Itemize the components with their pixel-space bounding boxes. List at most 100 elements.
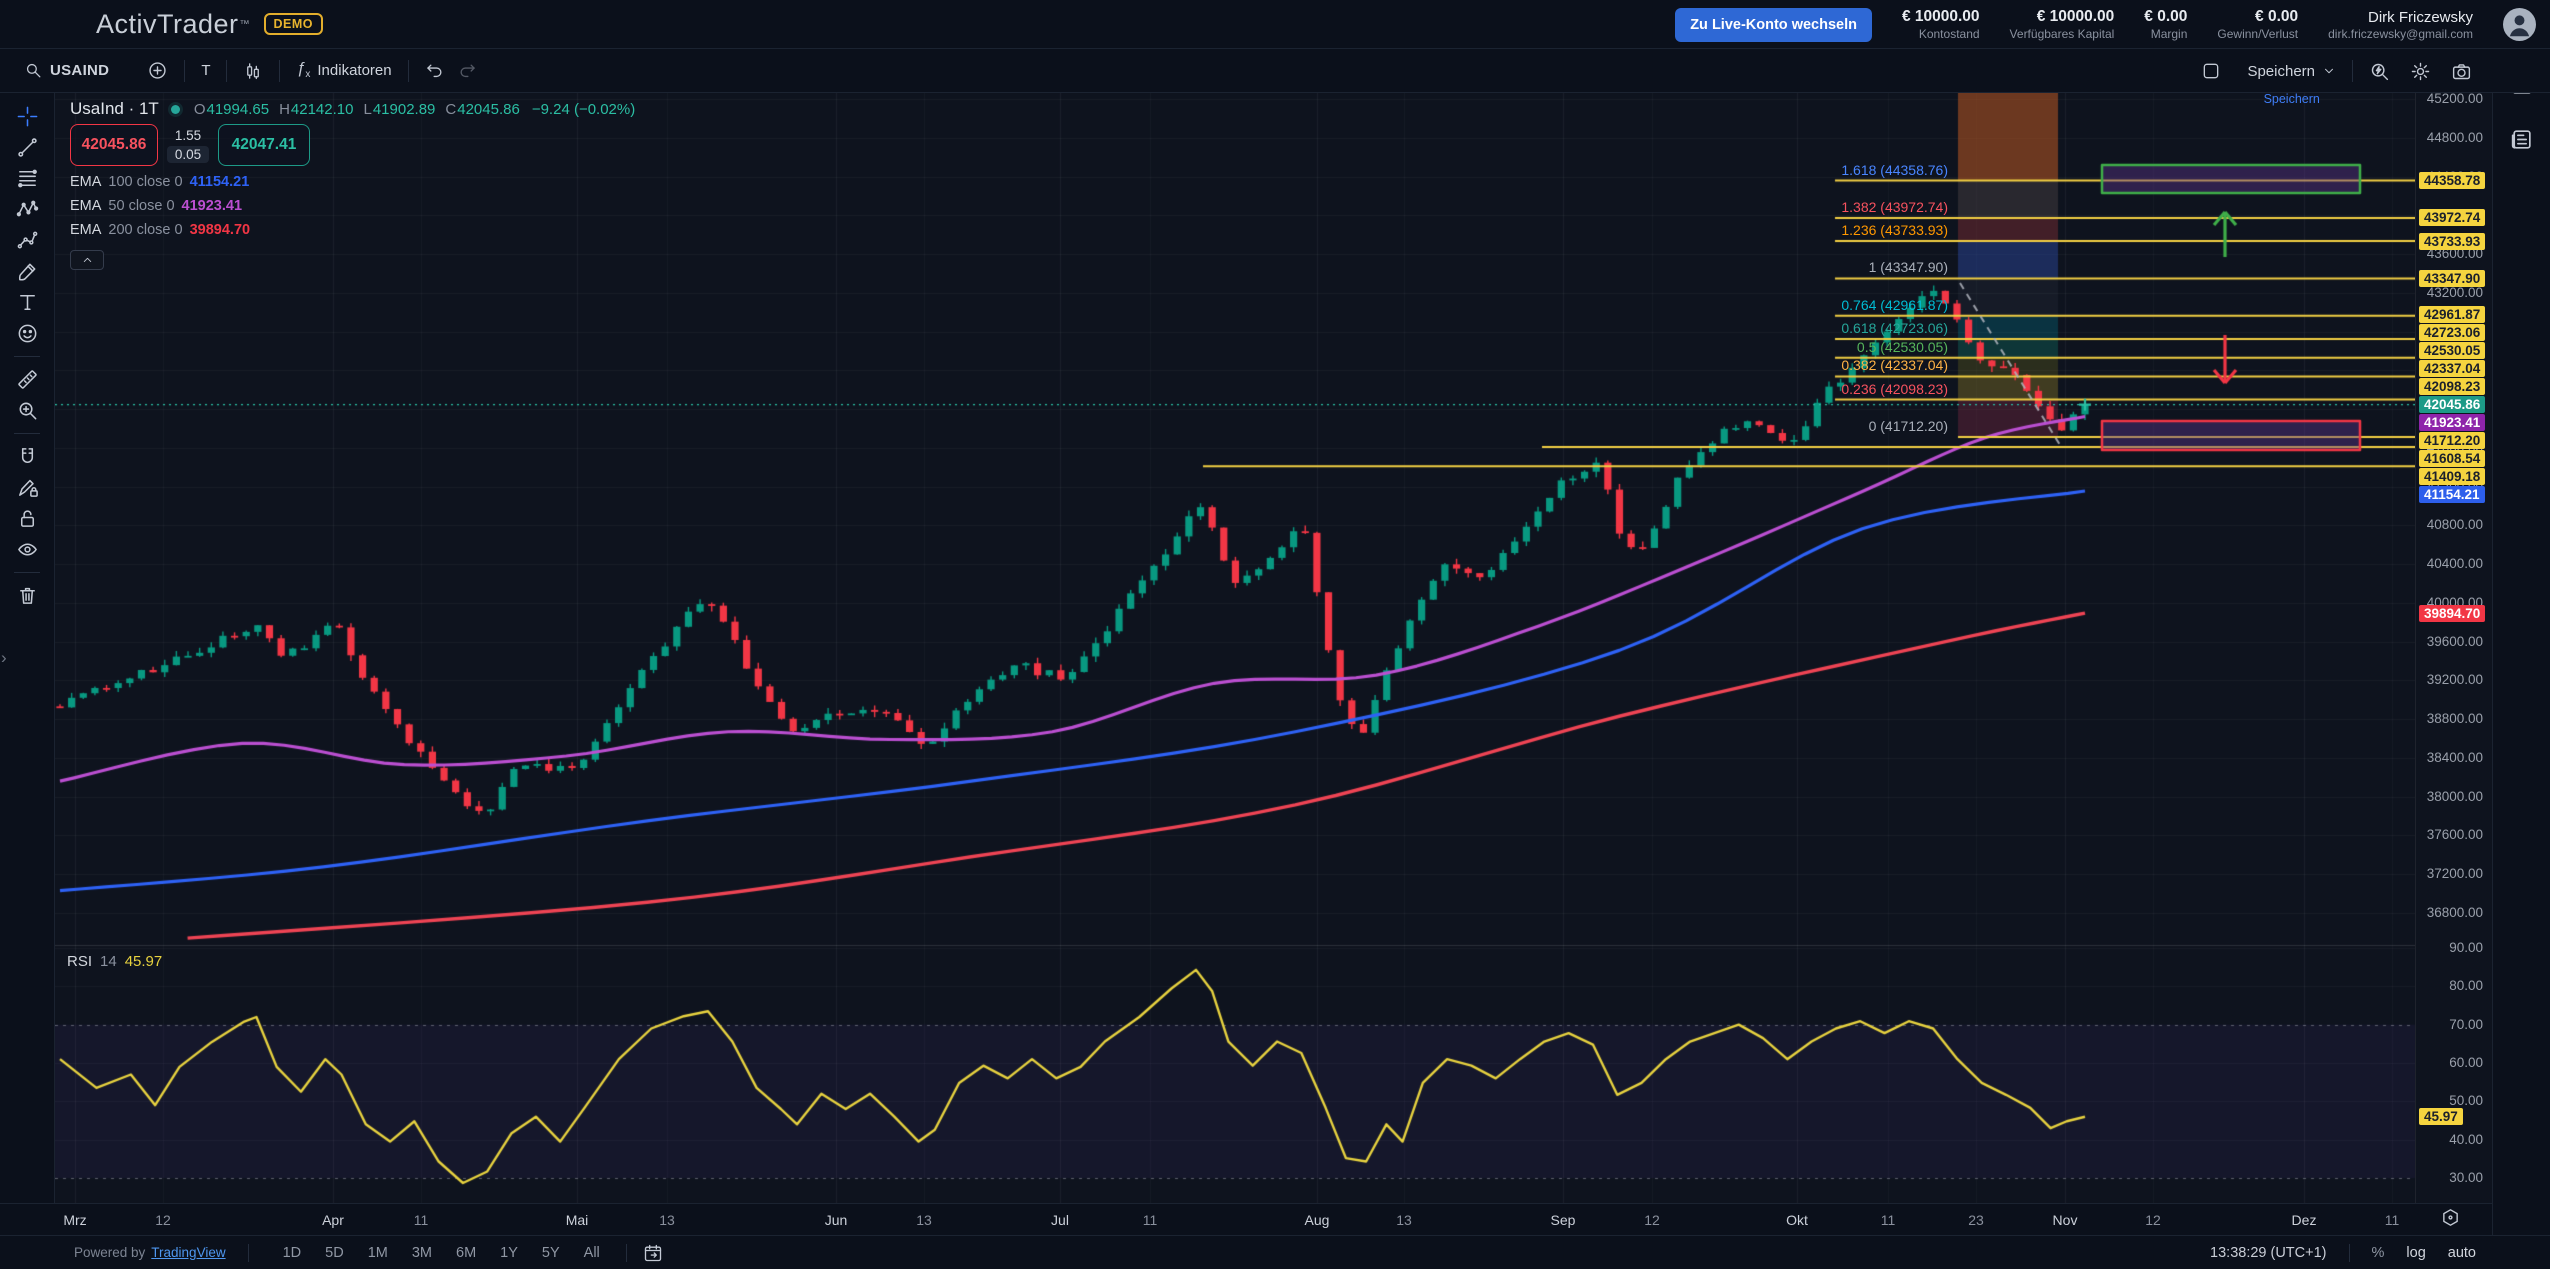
time-tick: Jul — [1025, 1212, 1095, 1228]
time-tick: 13 — [889, 1212, 959, 1228]
percent-scale-button[interactable]: % — [2372, 1245, 2385, 1261]
layout-button[interactable] — [2195, 57, 2227, 85]
fib-retracement-tool[interactable] — [10, 164, 44, 193]
compare-add-symbol-button[interactable] — [141, 56, 174, 85]
rsi-gridline-label: 30.00 — [2415, 1170, 2483, 1185]
server-clock[interactable]: 13:38:29 (UTC+1) — [2210, 1245, 2326, 1261]
range-3m-button[interactable]: 3M — [400, 1242, 444, 1264]
range-1d-button[interactable]: 1D — [271, 1242, 314, 1264]
sell-button[interactable]: 42045.86 — [70, 124, 158, 166]
log-scale-button[interactable]: log — [2406, 1245, 2425, 1261]
range-1m-button[interactable]: 1M — [356, 1242, 400, 1264]
time-tick: Jun — [801, 1212, 871, 1228]
gear-icon — [2410, 61, 2431, 82]
range-6m-button[interactable]: 6M — [444, 1242, 488, 1264]
undo-button[interactable] — [419, 57, 451, 85]
price-tag: 42098.23 — [2419, 378, 2485, 395]
camera-icon — [2451, 61, 2472, 82]
redo-button[interactable] — [451, 57, 483, 85]
crosshair-tool[interactable] — [10, 102, 44, 131]
brush-icon — [16, 260, 39, 283]
remove-all-drawings-icon — [16, 584, 39, 607]
hide-all-drawings-tool[interactable] — [10, 535, 44, 564]
right-side-panel — [2492, 49, 2550, 1235]
remove-all-drawings-tool[interactable] — [10, 581, 44, 610]
zoom-in-tool[interactable] — [10, 396, 44, 425]
save-layout-button[interactable]: Speichern Speichern — [2241, 59, 2342, 84]
xabcd-pattern-tool[interactable] — [10, 195, 44, 224]
avatar[interactable] — [2503, 8, 2536, 41]
price-tag: 41923.41 — [2419, 414, 2485, 431]
price-gridline-label: 40800.00 — [2415, 517, 2483, 532]
lock-all-drawings-tool[interactable] — [10, 504, 44, 533]
ema-params: 200 close 0 — [108, 222, 182, 238]
stat-label: Verfügbares Kapital — [2010, 27, 2115, 41]
stat-margin: € 0.00 Margin — [2144, 8, 2187, 41]
collapse-legend-button[interactable] — [70, 250, 104, 270]
top-bar: ActivTrader™ DEMO Zu Live-Konto wechseln… — [0, 0, 2550, 49]
time-tick: 13 — [1369, 1212, 1439, 1228]
drawing-mode-lock-tool[interactable] — [10, 473, 44, 502]
ema-50-row[interactable]: EMA 50 close 0 41923.41 — [70, 198, 250, 214]
screenshot-button[interactable] — [2445, 57, 2478, 86]
hide-all-drawings-icon — [16, 538, 39, 561]
fib-level-label: 1 (43347.90) — [1656, 259, 1948, 275]
price-gridline-label: 44800.00 — [2415, 130, 2483, 145]
emoji-tool[interactable] — [10, 319, 44, 348]
fib-level-label: 0.764 (42961.87) — [1656, 297, 1948, 313]
scale-settings-icon[interactable] — [2440, 1207, 2461, 1228]
trend-line-tool[interactable] — [10, 133, 44, 162]
range-all-button[interactable]: All — [572, 1242, 612, 1264]
text-tool[interactable] — [10, 288, 44, 317]
range-1y-button[interactable]: 1Y — [488, 1242, 530, 1264]
price-gridline-label: 36800.00 — [2415, 905, 2483, 920]
settings-button[interactable] — [2404, 57, 2437, 86]
go-to-date-button[interactable] — [637, 1239, 669, 1267]
plus-circle-icon — [147, 60, 168, 81]
fib-level-label: 0.236 (42098.23) — [1656, 381, 1948, 397]
range-5d-button[interactable]: 5D — [313, 1242, 356, 1264]
rsi-legend[interactable]: RSI 14 45.97 — [67, 953, 162, 970]
quick-search-button[interactable] — [2363, 57, 2396, 86]
account-user: Dirk Friczewsky dirk.friczewsky@gmail.co… — [2328, 9, 2473, 41]
magnet-tool[interactable] — [10, 442, 44, 471]
news-icon[interactable] — [2509, 127, 2534, 152]
spread-high: 1.55 — [175, 128, 201, 143]
forecast-tool[interactable] — [10, 226, 44, 255]
buy-button[interactable]: 42047.41 — [218, 124, 310, 166]
auto-scale-button[interactable]: auto — [2448, 1245, 2476, 1261]
time-tick: Sep — [1528, 1212, 1598, 1228]
fib-level-label: 1.236 (43733.93) — [1656, 222, 1948, 238]
ruler-icon — [16, 368, 39, 391]
ema-100-row[interactable]: EMA 100 close 0 41154.21 — [70, 174, 250, 190]
indicator-legend: EMA 100 close 0 41154.21 EMA 50 close 0 … — [70, 174, 250, 246]
time-tick: Mrz — [40, 1212, 110, 1228]
indicators-button[interactable]: ƒx Indikatoren — [290, 56, 397, 84]
price-tag: 42723.06 — [2419, 324, 2485, 341]
price-gridline-label: 37600.00 — [2415, 827, 2483, 842]
logo-trademark: ™ — [240, 19, 250, 30]
price-tag: 42337.04 — [2419, 360, 2485, 377]
rsi-value-tag: 45.97 — [2419, 1108, 2463, 1125]
go-to-date-icon — [643, 1243, 663, 1263]
chart-canvas[interactable] — [55, 93, 2415, 1203]
symbol-search-button[interactable]: USAIND — [18, 57, 115, 84]
symbol-title[interactable]: UsaInd · 1T — [70, 99, 159, 119]
tradingview-link[interactable]: TradingView — [151, 1245, 225, 1260]
time-axis[interactable]: Mrz12Apr11Mai13Jun13Jul11Aug13Sep12Okt11… — [0, 1203, 2492, 1235]
ruler-tool[interactable] — [10, 365, 44, 394]
chart-type-button[interactable] — [237, 57, 269, 85]
price-gridline-label: 39200.00 — [2415, 672, 2483, 687]
expand-panel-arrow[interactable]: › — [1, 648, 7, 668]
forecast-icon — [16, 229, 39, 252]
date-range-buttons: 1D5D1M3M6M1Y5YAll — [271, 1242, 612, 1264]
time-tick: 12 — [2118, 1212, 2188, 1228]
switch-to-live-account-button[interactable]: Zu Live-Konto wechseln — [1675, 8, 1872, 42]
ema-params: 100 close 0 — [108, 174, 182, 190]
fib-retracement-icon — [16, 167, 39, 190]
fib-level-label: 1.618 (44358.76) — [1656, 162, 1948, 178]
brush-tool[interactable] — [10, 257, 44, 286]
ema-200-row[interactable]: EMA 200 close 0 39894.70 — [70, 222, 250, 238]
interval-button[interactable]: T — [195, 58, 216, 83]
range-5y-button[interactable]: 5Y — [530, 1242, 572, 1264]
